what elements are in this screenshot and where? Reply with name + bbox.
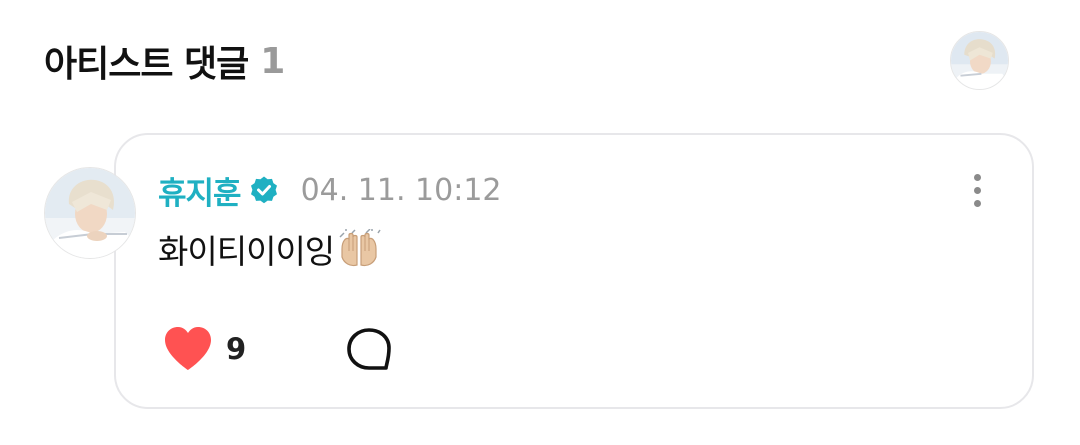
comment-count: 1 — [260, 40, 285, 82]
avatar-image — [45, 168, 135, 258]
author-name[interactable]: 휴지훈 — [158, 168, 242, 213]
comment-timestamp: 04. 11. 10:12 — [300, 172, 502, 208]
verified-badge-icon — [249, 175, 279, 205]
comment-author-avatar[interactable] — [44, 167, 136, 259]
raising-hands-emoji — [336, 229, 382, 269]
more-dot — [973, 199, 981, 207]
more-dot — [973, 186, 981, 194]
header-title: 아티스트 댓글 — [44, 44, 249, 85]
artist-comments-header: 아티스트 댓글 1 — [44, 36, 285, 86]
reply-button[interactable] — [345, 326, 393, 372]
speech-bubble-icon — [347, 328, 391, 370]
like-button[interactable]: 9 — [162, 324, 246, 374]
more-dot — [973, 173, 981, 181]
comment-body: 화이티이이잉 — [158, 226, 382, 272]
heart-icon — [162, 326, 214, 372]
like-count: 9 — [226, 332, 247, 366]
more-vertical-icon[interactable] — [960, 170, 994, 210]
comment-text: 화이티이이잉 — [158, 232, 335, 271]
avatar-image — [951, 32, 1008, 89]
header-avatar[interactable] — [950, 31, 1009, 90]
comment-meta: 휴지훈 04. 11. 10:12 — [158, 168, 502, 213]
